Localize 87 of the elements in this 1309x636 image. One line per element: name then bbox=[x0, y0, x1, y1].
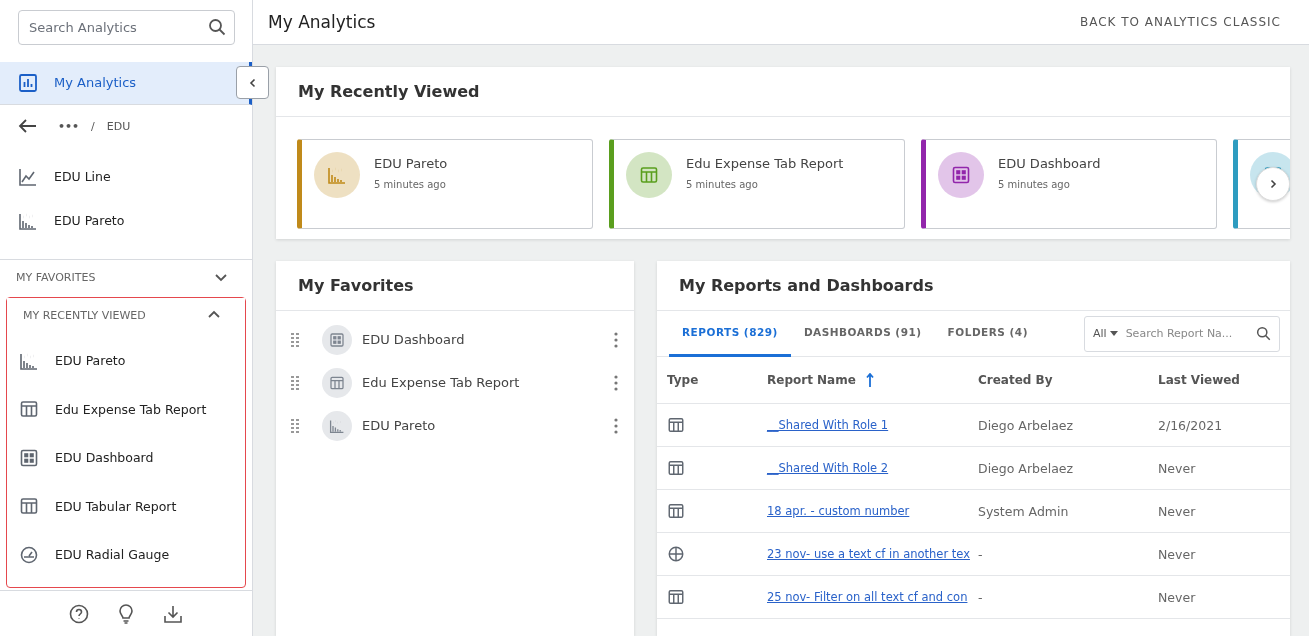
search-icon bbox=[208, 18, 226, 37]
bar-chart-icon bbox=[327, 165, 347, 185]
card-title: Edu Expense Tab Report bbox=[686, 156, 844, 171]
gauge-icon bbox=[19, 544, 39, 565]
table-cell: Never bbox=[1148, 490, 1290, 533]
globe-icon bbox=[667, 545, 685, 563]
recent-item[interactable]: EDU Pareto bbox=[7, 336, 245, 386]
table-cell: 2/16/2021 bbox=[1148, 404, 1290, 447]
report-link[interactable]: __Shared With Role 2 bbox=[767, 461, 889, 475]
report-search-box[interactable]: All Search Report Na... bbox=[1084, 315, 1280, 352]
back-arrow-icon[interactable] bbox=[18, 118, 38, 135]
table-icon bbox=[667, 416, 685, 434]
more-icon[interactable] bbox=[614, 331, 618, 348]
column-header[interactable]: Created By bbox=[968, 357, 1148, 404]
card-time: 5 minutes ago bbox=[374, 179, 447, 190]
more-icon[interactable] bbox=[614, 417, 618, 434]
lightbulb-icon[interactable] bbox=[117, 603, 135, 624]
card-title: EDU Pareto bbox=[374, 156, 448, 171]
table-cell: Diego Arbelaez bbox=[968, 447, 1148, 490]
back-link[interactable]: BACK TO ANALYTICS CLASSIC bbox=[1079, 15, 1281, 29]
more-icon[interactable] bbox=[614, 374, 618, 391]
panel-title: My Favorites bbox=[298, 276, 414, 295]
recent-card[interactable]: Edu Expense Tab Report 5 minutes ago bbox=[609, 139, 905, 229]
table-icon bbox=[19, 496, 39, 517]
table-icon bbox=[667, 588, 685, 606]
card-title: EDU Dashboard bbox=[998, 156, 1101, 171]
page-title: My Analytics bbox=[268, 12, 376, 32]
grid-icon bbox=[951, 165, 971, 185]
breadcrumb-separator: / bbox=[91, 119, 95, 133]
line-chart-icon bbox=[18, 166, 38, 187]
card-time: 5 minutes ago bbox=[998, 179, 1071, 190]
recent-item[interactable]: EDU Dashboard bbox=[7, 433, 245, 483]
recent-item[interactable]: EDU Radial Gauge bbox=[7, 530, 245, 580]
card-time: 5 minutes ago bbox=[686, 179, 759, 190]
breadcrumb-ellipsis[interactable]: ••• bbox=[58, 119, 80, 133]
recent-card[interactable]: EDU Pareto 5 minutes ago bbox=[297, 139, 593, 229]
bar-chart-icon bbox=[329, 417, 345, 434]
next-button[interactable] bbox=[1256, 167, 1290, 201]
caret-icon bbox=[1109, 331, 1118, 336]
breadcrumb-current: EDU bbox=[106, 119, 131, 133]
panel-title: My Reports and Dashboards bbox=[679, 276, 934, 295]
grid-icon bbox=[329, 331, 345, 348]
favorite-title[interactable]: Edu Expense Tab Report bbox=[362, 375, 592, 390]
recent-item[interactable]: EDU Tabular Report bbox=[7, 482, 245, 531]
favorite-title[interactable]: EDU Pareto bbox=[362, 418, 592, 433]
search-icon bbox=[1256, 326, 1271, 341]
report-link[interactable]: __Shared With Role 1 bbox=[767, 418, 889, 432]
chevron-right-icon bbox=[1268, 179, 1278, 189]
download-icon[interactable] bbox=[163, 603, 183, 624]
table-icon bbox=[639, 165, 659, 185]
chevron-left-icon bbox=[247, 77, 258, 88]
filter-dropdown[interactable]: All bbox=[1093, 327, 1118, 340]
column-header[interactable]: Report Name bbox=[757, 357, 968, 404]
drag-handle-icon[interactable] bbox=[290, 417, 300, 434]
table-icon bbox=[667, 502, 685, 520]
bar-chart-icon bbox=[18, 72, 38, 93]
report-item[interactable]: EDU Pareto bbox=[0, 198, 252, 243]
table-cell: - bbox=[968, 576, 1148, 619]
table-icon bbox=[667, 459, 685, 477]
recent-item[interactable]: Edu Expense Tab Report bbox=[7, 385, 245, 434]
table-cell: Diego Arbelaez bbox=[968, 404, 1148, 447]
tab[interactable]: REPORTS (829) bbox=[669, 310, 791, 357]
table-cell: System Admin bbox=[968, 490, 1148, 533]
report-item[interactable]: EDU Line bbox=[0, 154, 252, 199]
search-box[interactable]: Search Analytics bbox=[18, 10, 235, 45]
tab[interactable]: FOLDERS (4) bbox=[934, 310, 1041, 357]
nav-item[interactable]: My Analytics bbox=[0, 61, 252, 105]
report-link[interactable]: 23 nov- use a text cf in another tex bbox=[767, 547, 970, 561]
table-cell: Never bbox=[1148, 447, 1290, 490]
drag-handle-icon[interactable] bbox=[290, 374, 300, 391]
table-cell: Never bbox=[1148, 576, 1290, 619]
help-icon[interactable] bbox=[69, 603, 89, 624]
collapse-button[interactable] bbox=[236, 66, 269, 99]
recent-card[interactable]: EDU Dashboard 5 minutes ago bbox=[921, 139, 1217, 229]
report-link[interactable]: 18 apr. - custom number bbox=[767, 504, 910, 518]
favorite-title[interactable]: EDU Dashboard bbox=[362, 332, 592, 347]
drag-handle-icon[interactable] bbox=[290, 331, 300, 348]
table-icon bbox=[19, 399, 39, 420]
panel-title: My Recently Viewed bbox=[298, 82, 480, 101]
column-header[interactable]: Last Viewed bbox=[1148, 357, 1290, 404]
grid-icon bbox=[19, 447, 39, 468]
sort-arrow-icon[interactable] bbox=[865, 373, 874, 387]
column-header[interactable]: Type bbox=[657, 357, 757, 404]
table-icon bbox=[329, 374, 345, 391]
report-link[interactable]: 25 nov- Filter on all text cf and con bbox=[767, 590, 968, 604]
table-cell: Never bbox=[1148, 533, 1290, 576]
tab[interactable]: DASHBOARDS (91) bbox=[790, 310, 935, 357]
